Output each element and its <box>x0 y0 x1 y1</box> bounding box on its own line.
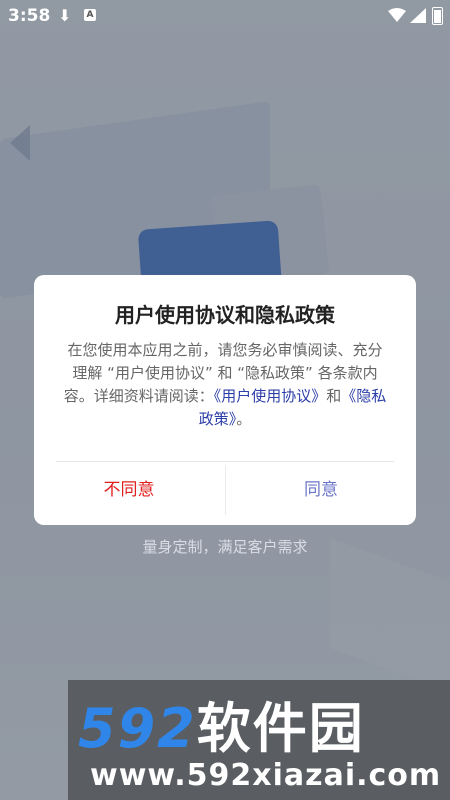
watermark-url: www.592xiazai.com <box>90 758 442 793</box>
battery-icon <box>432 7 443 25</box>
agree-button[interactable]: 同意 <box>226 465 416 515</box>
user-agreement-link[interactable]: 《用户使用协议》 <box>214 387 327 405</box>
watermark: 592软件园 www.592xiazai.com <box>68 680 450 800</box>
app-notification-icon: A <box>84 9 96 21</box>
dialog-divider <box>56 461 394 462</box>
watermark-brand-number: 592 <box>78 697 197 760</box>
dialog-body: 在您使用本应用之前，请您务必审慎阅读、充分理解 “用户使用协议” 和 “隐私政策… <box>62 339 388 431</box>
privacy-dialog: 用户使用协议和隐私政策 在您使用本应用之前，请您务必审慎阅读、充分理解 “用户使… <box>34 275 416 525</box>
slogan-text: 量身定制，满足客户需求 <box>142 538 308 556</box>
watermark-brand: 592软件园 <box>78 684 365 763</box>
download-icon: ⬇ <box>58 6 72 25</box>
wifi-icon <box>388 8 406 22</box>
dialog-body-conjunction: 和 <box>326 387 342 405</box>
status-time: 3:58 <box>8 6 51 26</box>
signal-icon <box>410 8 426 23</box>
disagree-button[interactable]: 不同意 <box>34 465 224 515</box>
status-bar: 3:58 ⬇ A <box>0 0 450 34</box>
dialog-body-suffix: 。 <box>236 410 252 428</box>
dialog-title: 用户使用协议和隐私政策 <box>115 303 335 327</box>
watermark-brand-text: 软件园 <box>196 697 365 760</box>
